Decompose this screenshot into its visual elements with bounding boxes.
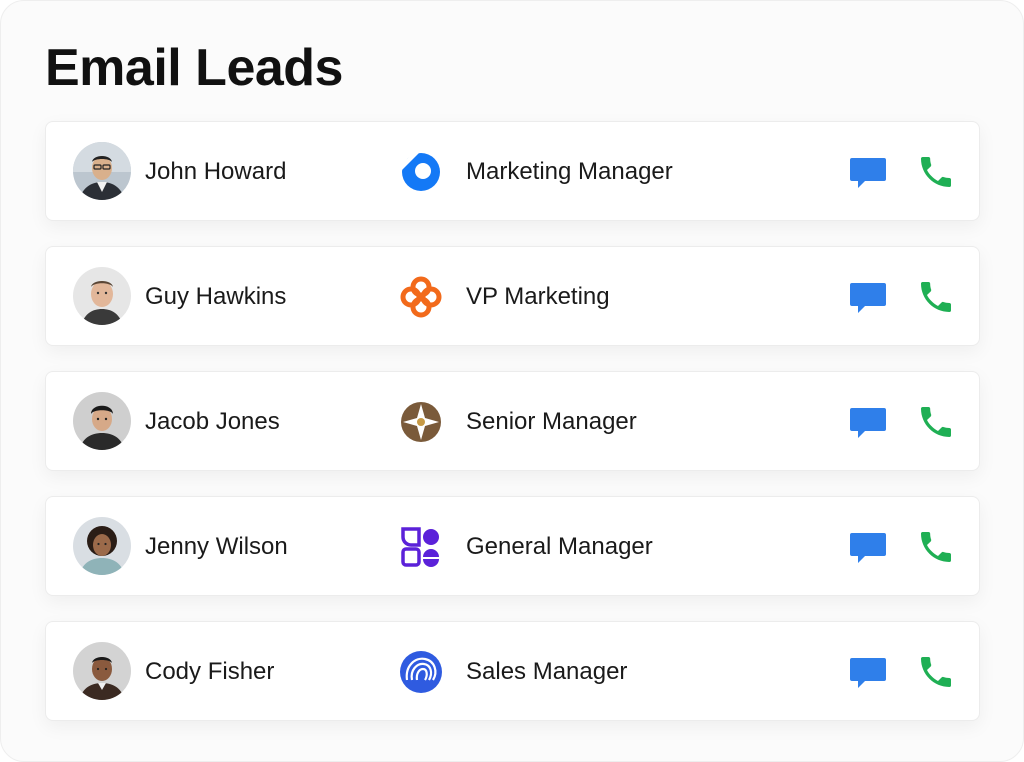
- lead-row-jacob-jones[interactable]: Jacob Jones Senior Manager: [45, 371, 980, 471]
- purple-shapes-logo-icon: [399, 525, 443, 569]
- chat-bubble-icon: [850, 658, 886, 688]
- message-button[interactable]: [848, 152, 888, 192]
- lead-role: General Manager: [466, 533, 653, 560]
- chat-bubble-icon: [850, 158, 886, 188]
- phone-icon: [921, 407, 951, 437]
- avatar: [73, 267, 131, 325]
- lead-name: Jacob Jones: [145, 408, 280, 435]
- phone-icon: [921, 532, 951, 562]
- lead-name: Guy Hawkins: [145, 283, 287, 310]
- call-button[interactable]: [916, 652, 956, 692]
- page-title: Email Leads: [45, 39, 343, 97]
- lead-role: Sales Manager: [466, 658, 628, 685]
- lead-name: John Howard: [145, 158, 287, 185]
- email-leads-card: Email Leads John Howard Marketing Manage…: [0, 0, 1024, 762]
- chat-bubble-icon: [850, 533, 886, 563]
- lead-row-guy-hawkins[interactable]: Guy Hawkins VP Marketing: [45, 246, 980, 346]
- brown-compass-logo-icon: [399, 400, 443, 444]
- lead-row-john-howard[interactable]: John Howard Marketing Manager: [45, 121, 980, 221]
- avatar: [73, 392, 131, 450]
- message-button[interactable]: [848, 527, 888, 567]
- lead-role: VP Marketing: [466, 283, 610, 310]
- avatar: [73, 517, 131, 575]
- lead-role: Marketing Manager: [466, 158, 673, 185]
- phone-icon: [921, 657, 951, 687]
- lead-name: Cody Fisher: [145, 658, 275, 685]
- message-button[interactable]: [848, 277, 888, 317]
- call-button[interactable]: [916, 277, 956, 317]
- blue-spiral-logo-icon: [399, 650, 443, 694]
- lead-row-cody-fisher[interactable]: Cody Fisher Sales Manager: [45, 621, 980, 721]
- phone-icon: [921, 157, 951, 187]
- avatar: [73, 142, 131, 200]
- phone-icon: [921, 282, 951, 312]
- chat-bubble-icon: [850, 283, 886, 313]
- message-button[interactable]: [848, 402, 888, 442]
- orange-flower-logo-icon: [399, 275, 443, 319]
- call-button[interactable]: [916, 527, 956, 567]
- message-button[interactable]: [848, 652, 888, 692]
- call-button[interactable]: [916, 402, 956, 442]
- lead-role: Senior Manager: [466, 408, 637, 435]
- blue-ring-logo-icon: [399, 150, 443, 194]
- lead-row-jenny-wilson[interactable]: Jenny Wilson General Manager: [45, 496, 980, 596]
- lead-list: John Howard Marketing Manager Guy Hawkin…: [45, 121, 980, 746]
- lead-name: Jenny Wilson: [145, 533, 288, 560]
- chat-bubble-icon: [850, 408, 886, 438]
- call-button[interactable]: [916, 152, 956, 192]
- avatar: [73, 642, 131, 700]
